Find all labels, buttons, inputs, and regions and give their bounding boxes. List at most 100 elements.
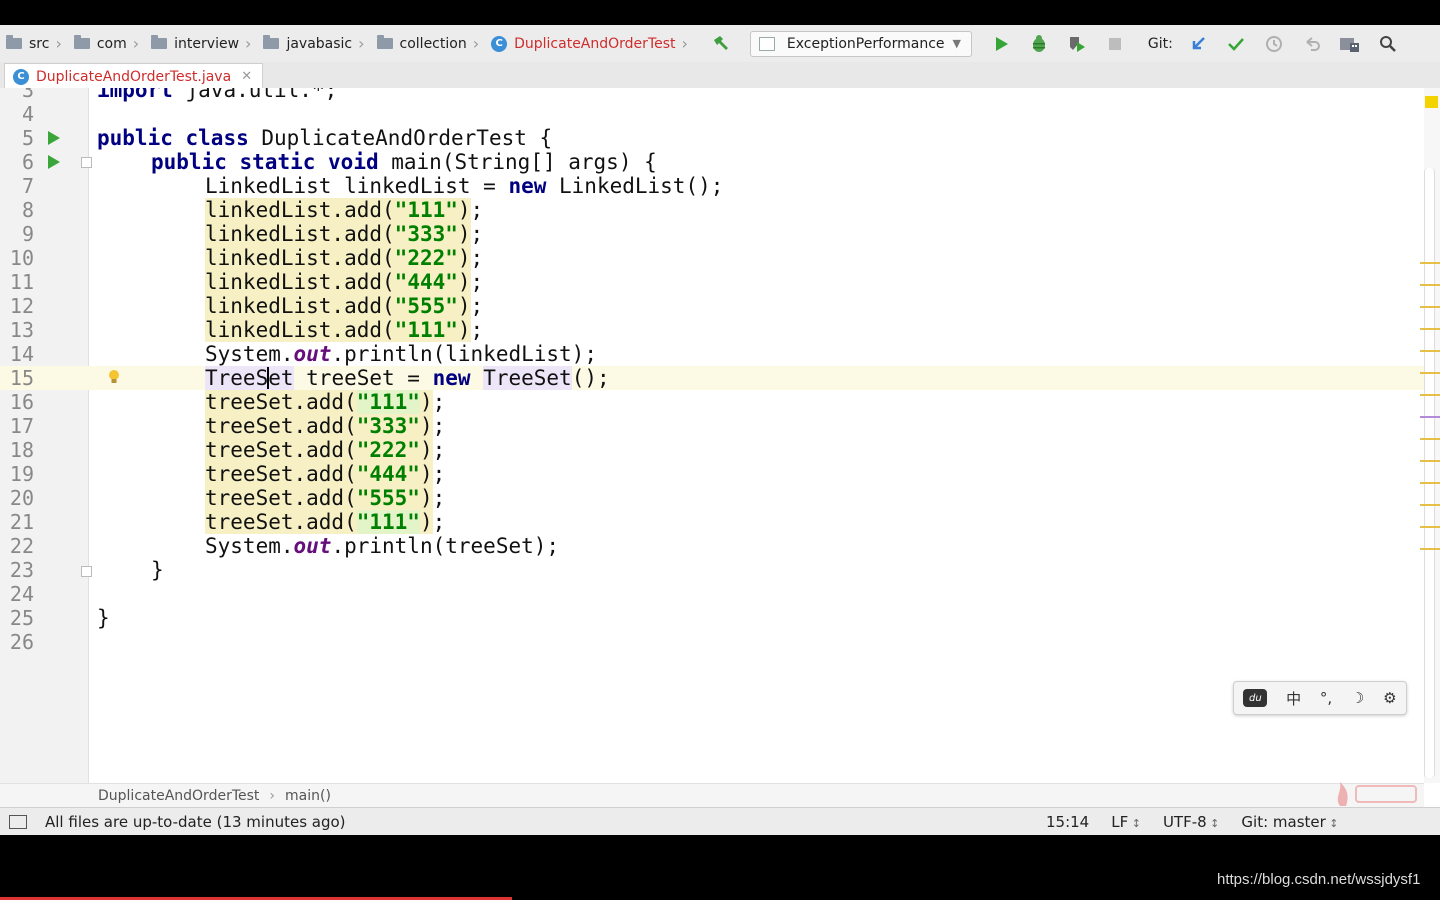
- keyword: static: [239, 150, 316, 174]
- error-stripe[interactable]: [1420, 88, 1440, 783]
- ime-language-toggle[interactable]: 中: [1286, 688, 1301, 709]
- encoding-select[interactable]: UTF-8: [1163, 813, 1219, 831]
- history-icon[interactable]: [1263, 33, 1285, 55]
- caret-marker[interactable]: [1420, 416, 1440, 418]
- line-number: 10: [9, 246, 34, 270]
- code-line: 21 treeSet.add("111");: [0, 510, 1424, 534]
- code-line: 11 linkedList.add("444");: [0, 270, 1424, 294]
- breadcrumb-src[interactable]: src ›: [0, 25, 68, 62]
- debug-icon[interactable]: [1028, 33, 1050, 55]
- git-update-icon[interactable]: [1187, 33, 1209, 55]
- project-structure-icon[interactable]: [1339, 33, 1361, 55]
- code-token: .println(linkedList);: [331, 342, 597, 366]
- warning-marker[interactable]: [1420, 262, 1440, 264]
- breadcrumb-label: collection: [399, 35, 467, 52]
- fold-icon[interactable]: [81, 157, 92, 168]
- code-text: treeSet.add("333");: [205, 414, 446, 438]
- git-commit-icon[interactable]: [1225, 33, 1247, 55]
- stop-icon[interactable]: [1104, 33, 1126, 55]
- search-icon[interactable]: [1377, 33, 1399, 55]
- line-number: 24: [9, 582, 34, 606]
- code-line: 24: [0, 582, 1424, 606]
- lightbulb-icon[interactable]: [107, 369, 121, 385]
- breadcrumb-javabasic[interactable]: javabasic ›: [257, 25, 370, 62]
- run-gutter-icon[interactable]: [48, 155, 60, 169]
- keyword: public: [151, 150, 227, 174]
- close-icon[interactable]: ✕: [241, 69, 252, 84]
- run-icon[interactable]: [990, 33, 1012, 55]
- build-hammer-icon[interactable]: [710, 33, 732, 55]
- warning-marker[interactable]: [1420, 328, 1440, 330]
- folder-icon: [376, 35, 393, 49]
- ime-toolbar: du 中 °, ☽ ⚙: [1233, 681, 1407, 715]
- string-literal: "222": [394, 246, 458, 270]
- run-configuration-select[interactable]: ExceptionPerformance ▼: [749, 30, 972, 57]
- warning-marker[interactable]: [1420, 548, 1440, 550]
- scrollbar-track[interactable]: [1424, 168, 1435, 778]
- line-separator-select[interactable]: LF: [1111, 813, 1141, 831]
- code-token: linkedList.add: [205, 294, 383, 318]
- code-line: 7 LinkedList linkedList = new LinkedList…: [0, 174, 1424, 198]
- code-text: treeSet.add("111");: [205, 390, 446, 414]
- warning-marker[interactable]: [1420, 438, 1440, 440]
- status-message: All files are up-to-date (13 minutes ago…: [45, 813, 346, 831]
- code-editor[interactable]: 3 import java.util.*; 4 5 public class D…: [0, 88, 1424, 783]
- code-token: treeSet.add: [205, 462, 345, 486]
- ime-skin-icon[interactable]: ☽: [1351, 689, 1364, 707]
- code-line-current: 15 TreeSet treeSet = new TreeSet();: [0, 366, 1424, 390]
- inspection-status-icon[interactable]: [1425, 96, 1438, 108]
- file-tab[interactable]: C DuplicateAndOrderTest.java ✕: [4, 63, 264, 89]
- breadcrumb-interview[interactable]: interview ›: [145, 25, 257, 62]
- warning-marker[interactable]: [1420, 526, 1440, 528]
- warning-marker[interactable]: [1420, 460, 1440, 462]
- code-text: treeSet.add("111");: [205, 510, 446, 534]
- ime-settings-icon[interactable]: ⚙: [1383, 689, 1396, 707]
- run-with-coverage-icon[interactable]: [1066, 33, 1088, 55]
- line-number: 8: [21, 198, 34, 222]
- line-number: 5: [21, 126, 34, 150]
- breadcrumb-com[interactable]: com ›: [68, 25, 145, 62]
- status-widgets: 15:14 LF UTF-8 Git: master: [1046, 808, 1361, 835]
- keyword: void: [328, 150, 379, 174]
- code-line: 22 System.out.println(treeSet);: [0, 534, 1424, 558]
- git-branch-select[interactable]: Git: master: [1241, 813, 1338, 831]
- warning-marker[interactable]: [1420, 306, 1440, 308]
- code-text: System.out.println(linkedList);: [205, 342, 597, 366]
- fold-icon[interactable]: [81, 566, 92, 577]
- code-text: linkedList.add("111");: [205, 318, 484, 342]
- ide-window: src › com › interview › javabasic › collecti…: [0, 25, 1440, 835]
- breadcrumb-label: interview: [174, 35, 240, 52]
- code-token: ): [457, 246, 471, 270]
- warning-marker[interactable]: [1420, 482, 1440, 484]
- import-keyword: import: [97, 88, 173, 102]
- code-token: (: [382, 246, 395, 270]
- warning-marker[interactable]: [1420, 394, 1440, 396]
- cursor-position[interactable]: 15:14: [1046, 813, 1089, 831]
- tool-window-toggle-icon[interactable]: [9, 815, 27, 829]
- string-literal: "222": [356, 438, 420, 462]
- keyword: new: [508, 174, 547, 198]
- run-gutter-icon[interactable]: [48, 131, 60, 145]
- breadcrumb-collection[interactable]: collection ›: [371, 25, 486, 62]
- code-text: public class DuplicateAndOrderTest {: [97, 126, 552, 150]
- code-line: 9 linkedList.add("333");: [0, 222, 1424, 246]
- code-text: LinkedList linkedList = new LinkedList()…: [205, 174, 723, 198]
- breadcrumb-active-class[interactable]: C DuplicateAndOrderTest ›: [485, 25, 694, 62]
- breadcrumb-class[interactable]: DuplicateAndOrderTest: [98, 788, 259, 804]
- warning-marker[interactable]: [1420, 504, 1440, 506]
- code-token: linkedList.add: [205, 270, 383, 294]
- warning-marker[interactable]: [1420, 350, 1440, 352]
- code-line: 12 linkedList.add("555");: [0, 294, 1424, 318]
- ime-punctuation-toggle[interactable]: °,: [1320, 689, 1332, 707]
- line-number: 17: [9, 414, 34, 438]
- warning-marker[interactable]: [1420, 372, 1440, 374]
- ime-logo-icon[interactable]: du: [1243, 689, 1268, 707]
- code-line: 25}: [0, 606, 1424, 630]
- code-token: (: [382, 318, 395, 342]
- code-token: ): [457, 270, 471, 294]
- code-line: 16 treeSet.add("111");: [0, 390, 1424, 414]
- revert-icon[interactable]: [1301, 33, 1323, 55]
- breadcrumb-method[interactable]: main(): [285, 788, 331, 804]
- warning-marker[interactable]: [1420, 284, 1440, 286]
- watermark-logo-icon: [1332, 778, 1422, 816]
